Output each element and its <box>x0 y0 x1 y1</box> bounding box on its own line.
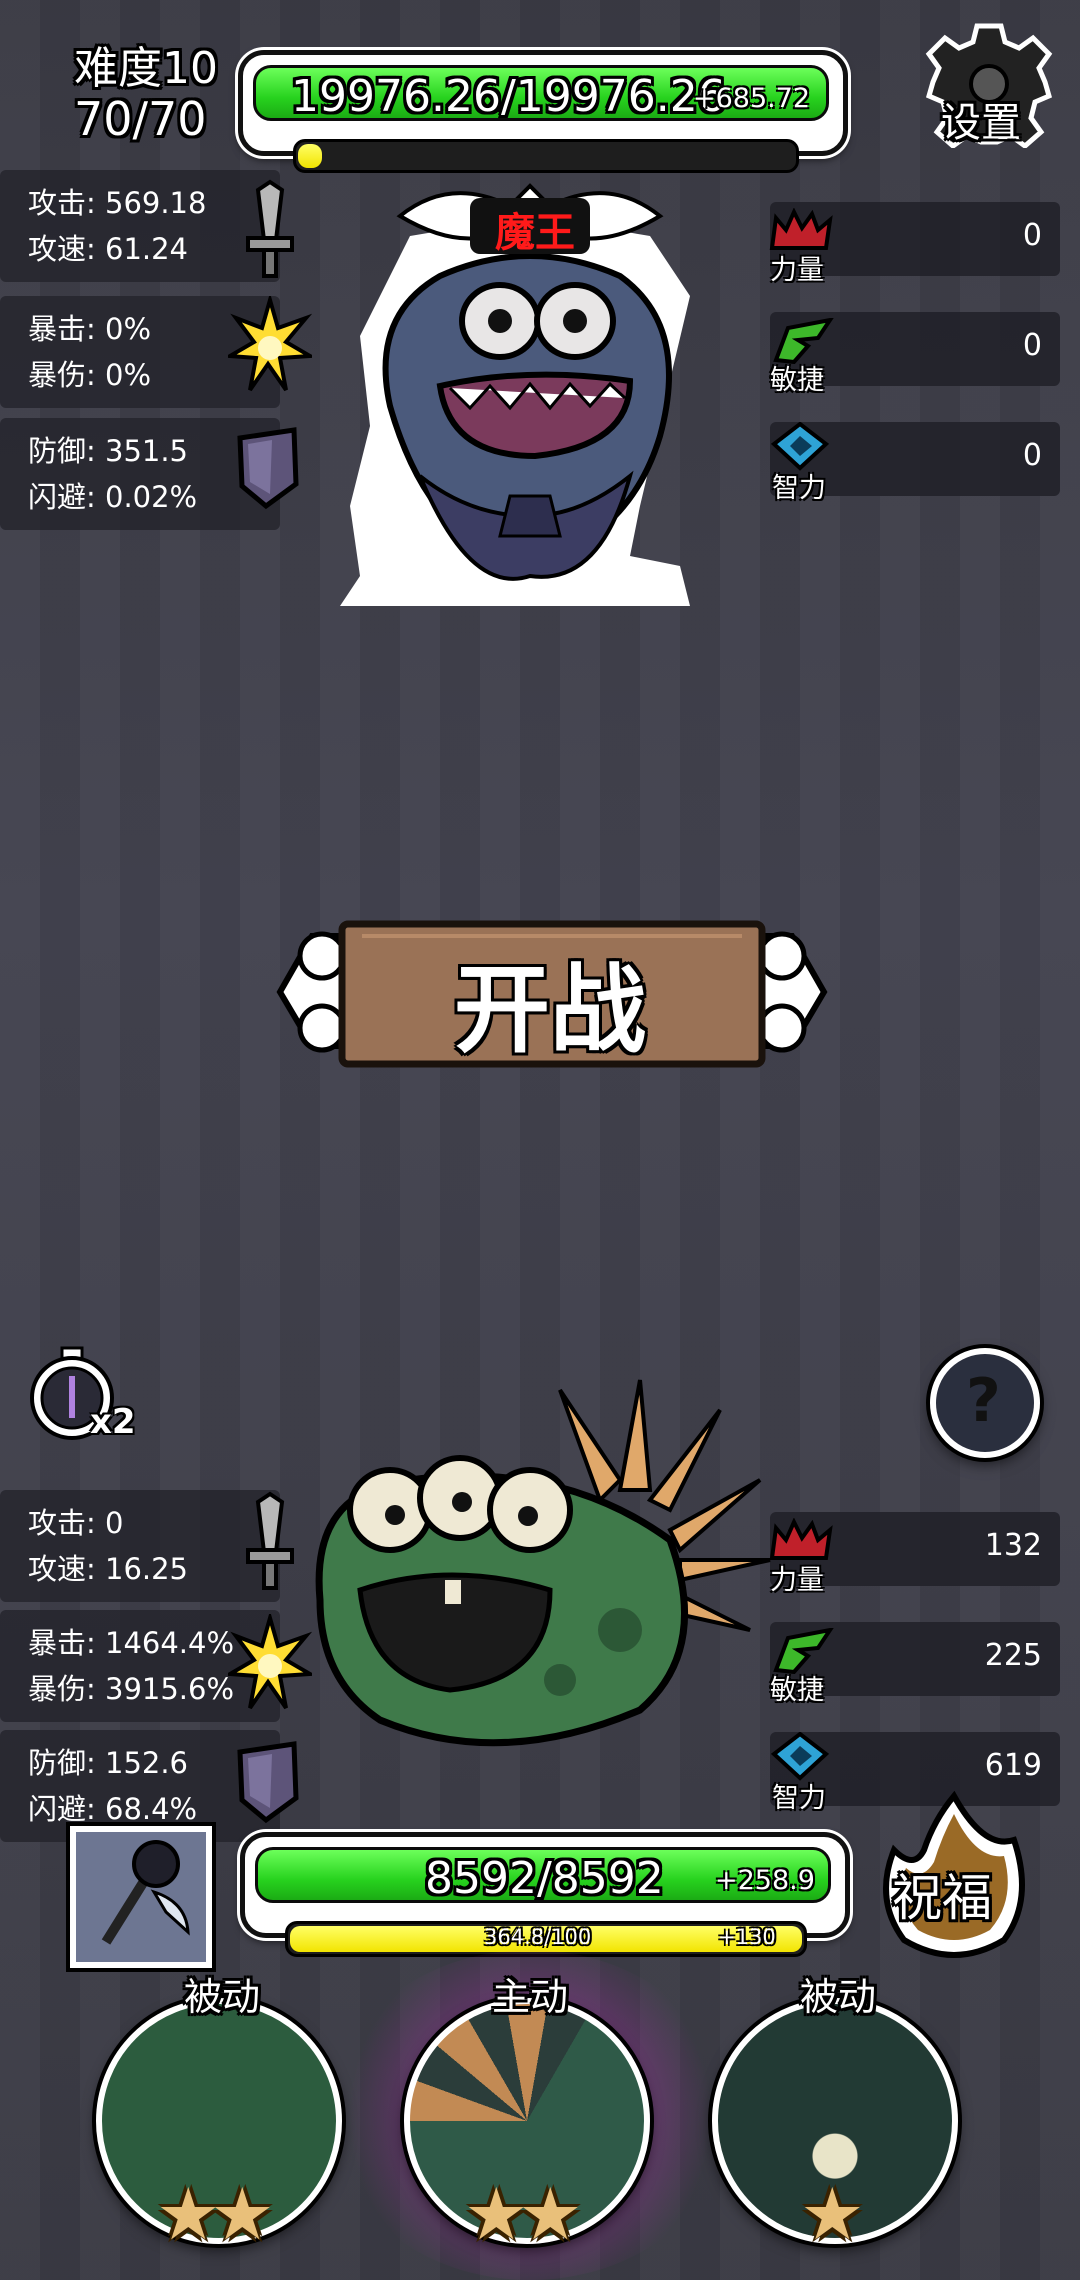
player-intelligence-label: 智力 <box>772 1783 826 1814</box>
boss-hp-text: 19976.26/19976.26 <box>291 71 726 122</box>
player-energy-regen: +130 <box>718 1925 776 1949</box>
player-energy-text: 364.8/100 <box>484 1925 592 1949</box>
player-intelligence-value: 619 <box>984 1748 1042 1783</box>
skill-1-type: 被动 <box>184 1975 261 2019</box>
intelligence-icon: 智力 <box>770 421 830 504</box>
boss-strength-value: 0 <box>1022 218 1042 253</box>
help-button[interactable]: ? <box>930 1348 1040 1458</box>
player-attack: 攻击: 0 <box>28 1506 124 1540</box>
player-defense: 防御: 152.6 <box>28 1746 189 1780</box>
player-stat-attack: 攻击: 0 攻速: 16.25 <box>0 1490 280 1602</box>
bless-button[interactable]: 祝福 <box>864 1790 1044 1970</box>
player-attack-speed: 攻速: 16.25 <box>28 1552 189 1586</box>
burst-icon <box>228 296 312 392</box>
speed-toggle-button[interactable]: x2 <box>24 1346 144 1450</box>
stage-progress: 70/70 <box>74 92 207 146</box>
skill-2-type: 主动 <box>492 1975 569 2019</box>
player-crit-damage: 暴伤: 3915.6% <box>28 1672 235 1706</box>
boss-dodge: 闪避: 0.02% <box>28 480 198 514</box>
star-icon: ★ <box>800 2172 865 2256</box>
sword-icon <box>246 179 294 278</box>
boss-attack: 攻击: 569.18 <box>28 186 207 220</box>
player-monster-image <box>315 1379 771 1747</box>
strength-icon: 力量 <box>768 207 834 286</box>
start-battle-button[interactable]: 开战 <box>272 896 832 1086</box>
settings-button[interactable]: 设置 <box>925 20 1053 150</box>
star-icon: ★ <box>518 2172 583 2256</box>
boss-name: 魔王 <box>495 210 575 256</box>
difficulty-label: 难度10 <box>74 43 218 94</box>
player-character[interactable] <box>300 1370 780 1800</box>
player-hp-text: 8592/8592 <box>425 1853 664 1904</box>
player-agility-value: 225 <box>984 1638 1042 1673</box>
skill-slot-3[interactable]: 被动 ★ <box>712 1975 962 2256</box>
equipment-button[interactable] <box>70 1826 212 1968</box>
boss-agility-value: 0 <box>1022 328 1042 363</box>
boss-agility-label: 敏捷 <box>770 365 824 396</box>
boss-character[interactable]: 魔王 <box>330 176 730 616</box>
boss-attack-speed: 攻速: 61.24 <box>28 232 189 266</box>
settings-label: 设置 <box>941 100 1021 146</box>
boss-defense: 防御: 351.5 <box>28 434 189 468</box>
start-battle-label: 开战 <box>454 954 646 1066</box>
scythe-icon <box>101 1840 190 1945</box>
skill-slot-1[interactable]: 被动 ★ ★ <box>96 1975 346 2256</box>
player-hp-bar: 8592/8592 +258.9 364.8/100 +130 <box>240 1832 850 1957</box>
boss-hp-bar: 19976.26/19976.26 +685.72 <box>238 50 848 173</box>
agility-icon: 敏捷 <box>768 317 835 396</box>
speed-label: x2 <box>90 1402 136 1442</box>
player-hp-regen: +258.9 <box>715 1865 815 1896</box>
boss-hp-regen: +685.72 <box>693 83 811 114</box>
skill-slot-2[interactable]: 主动 ★ ★ <box>404 1975 654 2256</box>
boss-crit-damage: 暴伤: 0% <box>28 358 151 392</box>
star-icon: ★ <box>210 2172 275 2256</box>
bless-label: 祝福 <box>892 1869 992 1927</box>
boss-stat-attack: 攻击: 569.18 攻速: 61.24 <box>0 170 280 282</box>
skill-3-type: 被动 <box>800 1975 877 2019</box>
shield-icon <box>237 427 299 510</box>
boss-intelligence-value: 0 <box>1022 438 1042 473</box>
player-crit: 暴击: 1464.4% <box>28 1626 235 1660</box>
player-strength-value: 132 <box>984 1528 1042 1563</box>
boss-energy-bar <box>293 139 799 173</box>
boss-intelligence-label: 智力 <box>772 473 826 504</box>
boss-energy-fill <box>298 144 322 168</box>
boss-crit: 暴击: 0% <box>28 312 151 346</box>
shield-icon <box>237 1741 299 1824</box>
boss-strength-label: 力量 <box>770 255 824 286</box>
help-icon: ? <box>966 1366 1001 1436</box>
sword-icon <box>246 1491 294 1590</box>
